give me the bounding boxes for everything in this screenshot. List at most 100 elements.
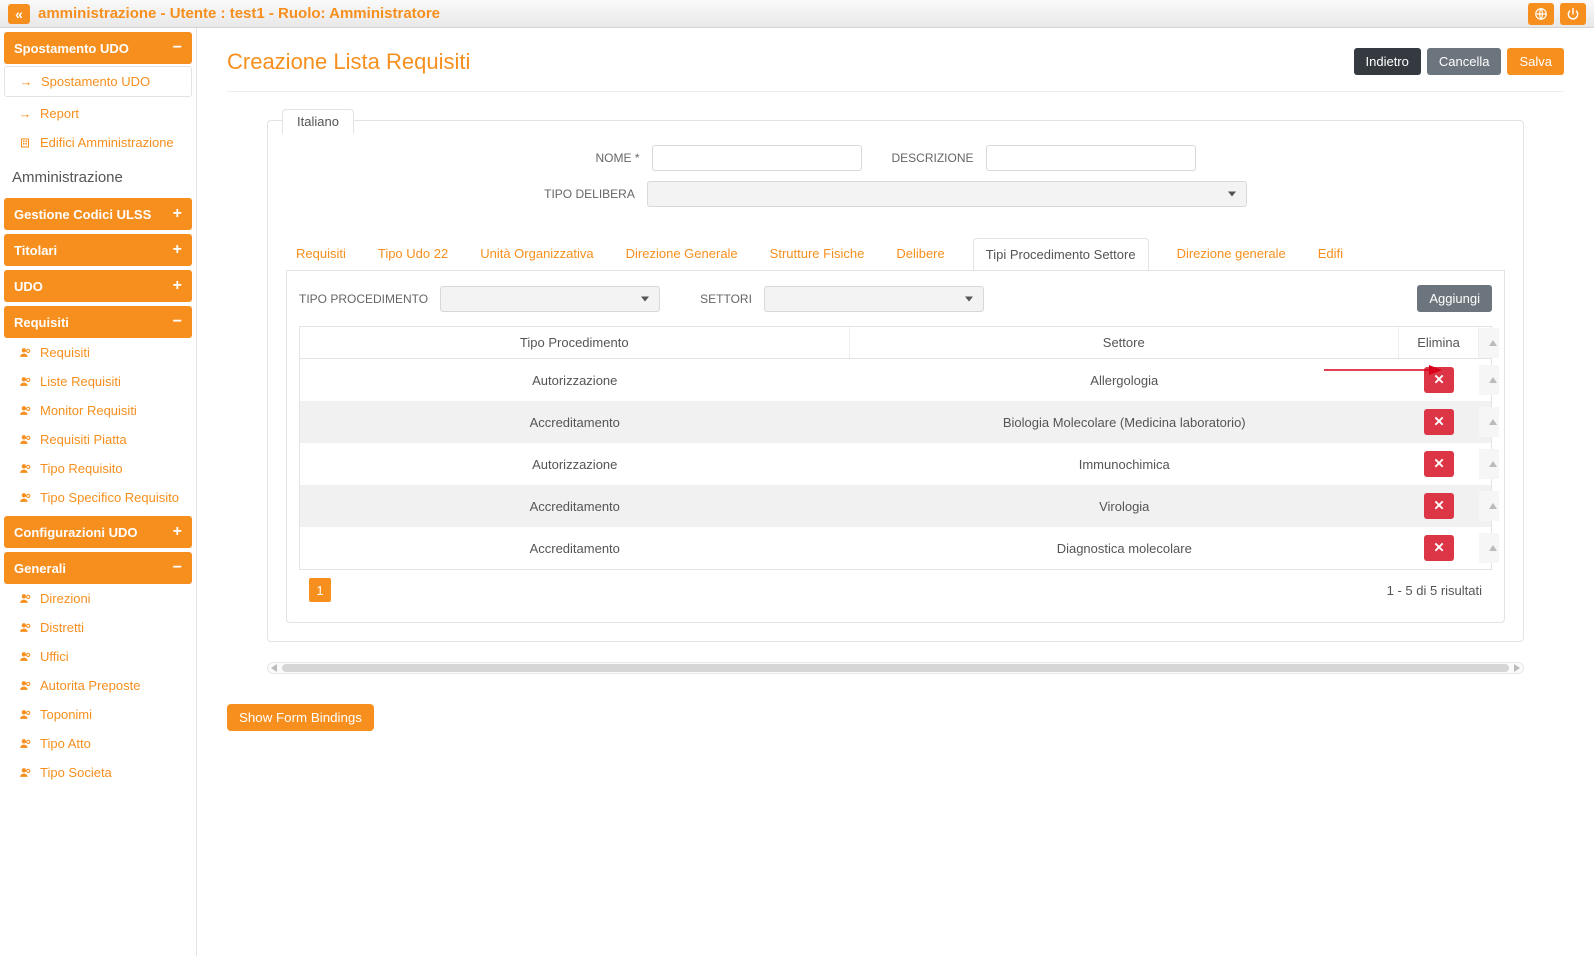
sidebar-item-requisiti-5[interactable]: Tipo Specifico Requisito — [0, 483, 196, 512]
user-icon — [18, 650, 32, 663]
delete-row-button[interactable]: ✕ — [1424, 451, 1454, 477]
inner-tab-1[interactable]: Tipo Udo 22 — [374, 238, 452, 271]
cell-settore: Diagnostica molecolare — [850, 533, 1400, 564]
user-icon — [18, 679, 32, 692]
form-card: Italiano NOME * DESCRIZIONE TIPO DELIBER… — [267, 120, 1524, 642]
nome-input[interactable] — [652, 145, 862, 171]
user-icon — [18, 592, 32, 605]
sidebar-item-generali-6[interactable]: Tipo Societa — [0, 758, 196, 787]
sidebar-item-edifici[interactable]: Edifici Amministrazione — [0, 128, 196, 157]
user-icon — [18, 404, 32, 417]
sidebar-item-generali-3[interactable]: Autorita Preposte — [0, 671, 196, 700]
collapse-icon: − — [173, 39, 182, 57]
scroll-left-icon — [271, 664, 277, 672]
settori-select[interactable] — [764, 286, 984, 312]
sidebar-header-requisiti[interactable]: Requisiti − — [4, 306, 192, 338]
table-scroll-up[interactable] — [1479, 328, 1499, 358]
sidebar-item-label: Uffici — [40, 649, 69, 664]
delete-row-button[interactable]: ✕ — [1424, 409, 1454, 435]
sidebar-header-spostamento[interactable]: Spostamento UDO − — [4, 32, 192, 64]
sidebar-item-requisiti-2[interactable]: Monitor Requisiti — [0, 396, 196, 425]
sidebar-item-label: Distretti — [40, 620, 84, 635]
sidebar-header-generali[interactable]: Generali − — [4, 552, 192, 584]
table-row: AccreditamentoBiologia Molecolare (Medic… — [300, 401, 1491, 443]
user-icon — [18, 766, 32, 779]
cell-settore: Biologia Molecolare (Medicina laboratori… — [850, 407, 1400, 438]
collapse-icon: − — [173, 559, 182, 577]
inner-tab-0[interactable]: Requisiti — [292, 238, 350, 271]
scroll-thumb[interactable] — [282, 664, 1509, 672]
sidebar-item-requisiti-4[interactable]: Tipo Requisito — [0, 454, 196, 483]
cell-tipo-procedimento: Accreditamento — [300, 407, 850, 438]
sidebar: Spostamento UDO − → Spostamento UDO → Re… — [0, 28, 197, 956]
arrow-right-icon: → — [18, 106, 32, 121]
expand-icon: + — [173, 241, 182, 259]
sidebar-item-generali-4[interactable]: Toponimi — [0, 700, 196, 729]
save-button[interactable]: Salva — [1507, 48, 1564, 75]
inner-tab-6[interactable]: Tipi Procedimento Settore — [973, 238, 1149, 271]
chevron-down-icon — [641, 296, 649, 301]
tipo-procedimento-select[interactable] — [440, 286, 660, 312]
delete-row-button[interactable]: ✕ — [1424, 535, 1454, 561]
inner-tab-2[interactable]: Unità Organizzativa — [476, 238, 597, 271]
cell-tipo-procedimento: Accreditamento — [300, 533, 850, 564]
tipo-delibera-select[interactable] — [647, 181, 1247, 207]
sidebar-item-requisiti-3[interactable]: Requisiti Piatta — [0, 425, 196, 454]
sidebar-header-label: UDO — [14, 279, 43, 294]
close-icon: ✕ — [1433, 456, 1444, 472]
label-tipo-procedimento: TIPO PROCEDIMENTO — [299, 292, 428, 306]
power-button[interactable] — [1560, 3, 1586, 25]
sidebar-item-generali-5[interactable]: Tipo Atto — [0, 729, 196, 758]
page-number-button[interactable]: 1 — [309, 578, 331, 602]
chevron-down-icon — [965, 296, 973, 301]
sidebar-item-requisiti-1[interactable]: Liste Requisiti — [0, 367, 196, 396]
scroll-right-icon — [1514, 664, 1520, 672]
sidebar-item-generali-0[interactable]: Direzioni — [0, 584, 196, 613]
cancel-button[interactable]: Cancella — [1427, 48, 1502, 75]
cell-tipo-procedimento: Autorizzazione — [300, 449, 850, 480]
cell-settore: Immunochimica — [850, 449, 1400, 480]
table-scrollbar-track — [1479, 449, 1499, 479]
inner-tab-8[interactable]: Edifi — [1314, 238, 1347, 271]
sidebar-header-titolari[interactable]: Titolari + — [4, 234, 192, 266]
user-icon — [18, 346, 32, 359]
table-scrollbar-track — [1479, 491, 1499, 521]
sidebar-header-configurazioni[interactable]: Configurazioni UDO + — [4, 516, 192, 548]
inner-tab-5[interactable]: Delibere — [892, 238, 948, 271]
show-form-bindings-button[interactable]: Show Form Bindings — [227, 704, 374, 731]
back-button[interactable]: Indietro — [1354, 48, 1421, 75]
sidebar-collapse-button[interactable]: « — [8, 4, 30, 24]
descrizione-input[interactable] — [986, 145, 1196, 171]
sidebar-item-requisiti-0[interactable]: Requisiti — [0, 338, 196, 367]
cell-tipo-procedimento: Autorizzazione — [300, 365, 850, 396]
delete-row-button[interactable]: ✕ — [1424, 367, 1454, 393]
expand-icon: + — [173, 523, 182, 541]
sidebar-item-spostamento-udo[interactable]: → Spostamento UDO — [4, 66, 192, 97]
sidebar-item-generali-1[interactable]: Distretti — [0, 613, 196, 642]
sidebar-header-udo[interactable]: UDO + — [4, 270, 192, 302]
th-tipo-procedimento: Tipo Procedimento — [300, 327, 850, 358]
sidebar-item-generali-2[interactable]: Uffici — [0, 642, 196, 671]
horizontal-scrollbar[interactable] — [267, 662, 1524, 674]
sidebar-header-codici[interactable]: Gestione Codici ULSS + — [4, 198, 192, 230]
globe-button[interactable] — [1528, 3, 1554, 25]
sidebar-item-label: Monitor Requisiti — [40, 403, 137, 418]
inner-tab-3[interactable]: Direzione Generale — [622, 238, 742, 271]
language-tab[interactable]: Italiano — [282, 109, 354, 134]
inner-tab-4[interactable]: Strutture Fisiche — [766, 238, 869, 271]
collapse-icon: − — [173, 313, 182, 331]
chevron-down-icon — [1228, 192, 1236, 197]
label-nome: NOME * — [595, 151, 639, 165]
th-elimina: Elimina — [1399, 327, 1479, 358]
power-icon — [1566, 7, 1580, 21]
inner-tab-7[interactable]: Direzione generale — [1173, 238, 1290, 271]
expand-icon: + — [173, 205, 182, 223]
user-icon — [18, 375, 32, 388]
aggiungi-button[interactable]: Aggiungi — [1417, 285, 1492, 312]
procedimento-table: Tipo Procedimento Settore Elimina Autori… — [299, 326, 1492, 570]
delete-row-button[interactable]: ✕ — [1424, 493, 1454, 519]
arrow-right-icon: → — [19, 74, 33, 89]
sidebar-item-report[interactable]: → Report — [0, 99, 196, 128]
table-scrollbar-track — [1479, 407, 1499, 437]
sidebar-header-label: Requisiti — [14, 315, 69, 330]
